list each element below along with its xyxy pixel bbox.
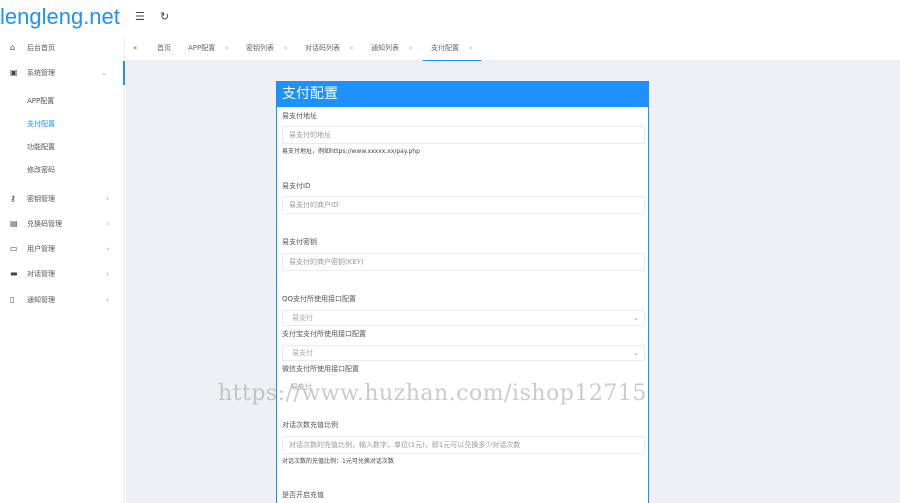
- pay-url-input[interactable]: 易支付的地址: [282, 126, 645, 144]
- close-icon[interactable]: ×: [224, 45, 229, 52]
- tab-label: 对话码列表: [305, 44, 340, 52]
- chevron-down-icon: ⌄: [101, 69, 107, 77]
- tab-key-list[interactable]: 密钥列表 ×: [246, 36, 288, 61]
- home-icon: ⌂: [10, 43, 16, 52]
- qq-pay-select[interactable]: 易支付 ⌄: [282, 310, 645, 326]
- pay-config-panel: 支付配置 易支付地址 易支付的地址 易支付地址，例如https://www.xx…: [276, 81, 649, 503]
- chevron-right-icon: ›: [106, 245, 109, 253]
- chevron-down-icon: ⌄: [633, 314, 639, 322]
- ratio-hint: 对话次数的充值比例：1元可兑换对话次数: [282, 458, 394, 465]
- sidebar-item-label: 后台首页: [27, 44, 55, 52]
- refresh-icon[interactable]: ↻: [160, 11, 169, 23]
- watermark: https://www.huzhan.com/ishop12715: [218, 381, 647, 406]
- sidebar-subitem-feature-config[interactable]: 功能配置: [27, 140, 55, 154]
- sidebar-item-chat[interactable]: ▬ 对话管理 ›: [0, 262, 125, 286]
- sidebar-item-home[interactable]: ⌂ 后台首页: [0, 36, 125, 60]
- chevron-down-icon: ⌄: [633, 349, 639, 357]
- tabs-bar: « 首页 APP配置 × 密钥列表 × 对话码列表 × 通知列表 × 支付配置 ×: [126, 36, 900, 61]
- panel-title: 支付配置: [277, 82, 648, 107]
- tab-label: 支付配置: [431, 44, 459, 52]
- system-icon: ▣: [10, 68, 18, 77]
- user-icon: ▭: [10, 244, 18, 253]
- tab-pay-config[interactable]: 支付配置 ×: [423, 36, 482, 61]
- recharge-label: 是否开启充值: [282, 491, 324, 499]
- sidebar-item-users[interactable]: ▭ 用户管理 ›: [0, 237, 125, 261]
- app-logo: lengleng.net: [0, 4, 120, 29]
- tab-label: 密钥列表: [246, 44, 274, 52]
- sidebar-item-system[interactable]: ▣ 系统管理 ⌄: [0, 61, 125, 85]
- tab-label: 通知列表: [371, 44, 399, 52]
- tab-notice-list[interactable]: 通知列表 ×: [371, 36, 413, 61]
- gift-icon: ▤: [10, 219, 18, 228]
- chevron-right-icon: ›: [106, 195, 109, 203]
- ratio-label: 对话次数充值比例: [282, 421, 338, 429]
- tab-code-list[interactable]: 对话码列表 ×: [305, 36, 354, 61]
- alipay-select[interactable]: 易支付 ⌄: [282, 345, 645, 361]
- sidebar-item-label: 通知管理: [27, 296, 55, 304]
- wechat-pay-label: 微信支付所使用接口配置: [282, 365, 359, 373]
- pay-url-label: 易支付地址: [282, 112, 317, 120]
- key-icon: ⚷: [10, 194, 16, 203]
- tab-label: APP配置: [188, 44, 216, 52]
- qq-pay-value: 易支付: [292, 314, 313, 322]
- chevron-right-icon: ›: [106, 270, 109, 278]
- pay-id-label: 易支付ID: [282, 182, 311, 190]
- menu-icon[interactable]: ☰: [135, 11, 145, 23]
- close-icon[interactable]: ×: [408, 45, 413, 52]
- pay-key-label: 易支付密钥: [282, 238, 317, 246]
- doc-icon: ▯: [10, 295, 15, 304]
- sidebar-item-label: 对话管理: [27, 270, 55, 278]
- sidebar-item-label: 用户管理: [27, 245, 55, 253]
- sidebar-item-label: 系统管理: [27, 69, 55, 77]
- top-bar: lengleng.net ☰ ↻: [0, 0, 900, 36]
- sidebar-item-redeem[interactable]: ▤ 兑换码管理 ›: [0, 212, 125, 236]
- tab-home[interactable]: 首页: [157, 36, 171, 61]
- sidebar-item-label: 兑换码管理: [27, 220, 62, 228]
- pay-key-input[interactable]: 易支付的商户密钥(KEY): [282, 253, 645, 271]
- tab-app-config[interactable]: APP配置 ×: [188, 36, 229, 61]
- sidebar-subitem-pay-config[interactable]: 支付配置: [27, 117, 55, 131]
- close-icon[interactable]: ×: [349, 45, 354, 52]
- chat-icon: ▬: [10, 269, 18, 278]
- sidebar-subitem-change-password[interactable]: 修改密码: [27, 163, 55, 177]
- sidebar-subitem-app-config[interactable]: APP配置: [27, 94, 54, 108]
- alipay-value: 易支付: [292, 349, 313, 357]
- chevron-right-icon: ›: [106, 220, 109, 228]
- sidebar-item-label: 密钥管理: [27, 195, 55, 203]
- sidebar-item-keys[interactable]: ⚷ 密钥管理 ›: [0, 187, 125, 211]
- tabs-scroll-left-icon[interactable]: «: [133, 36, 137, 61]
- pay-url-hint: 易支付地址，例如https://www.xxxxx.xx/pay.php: [282, 148, 420, 155]
- close-icon[interactable]: ×: [283, 45, 288, 52]
- alipay-label: 支付宝支付所使用接口配置: [282, 330, 366, 338]
- pay-id-input[interactable]: 易支付的商户ID: [282, 196, 645, 214]
- chevron-right-icon: ›: [106, 296, 109, 304]
- close-icon[interactable]: ×: [468, 45, 473, 52]
- ratio-input[interactable]: 对话次数的充值比例，输入数字，单位(1元)，即1元可以兑换多少对话次数: [282, 436, 645, 454]
- sidebar-item-notices[interactable]: ▯ 通知管理 ›: [0, 288, 125, 312]
- tab-label: 首页: [157, 44, 171, 52]
- qq-pay-label: QQ支付所使用接口配置: [282, 295, 357, 303]
- sidebar: ⌂ 后台首页 ▣ 系统管理 ⌄ APP配置 支付配置 功能配置 修改密码 ⚷ 密…: [0, 36, 125, 503]
